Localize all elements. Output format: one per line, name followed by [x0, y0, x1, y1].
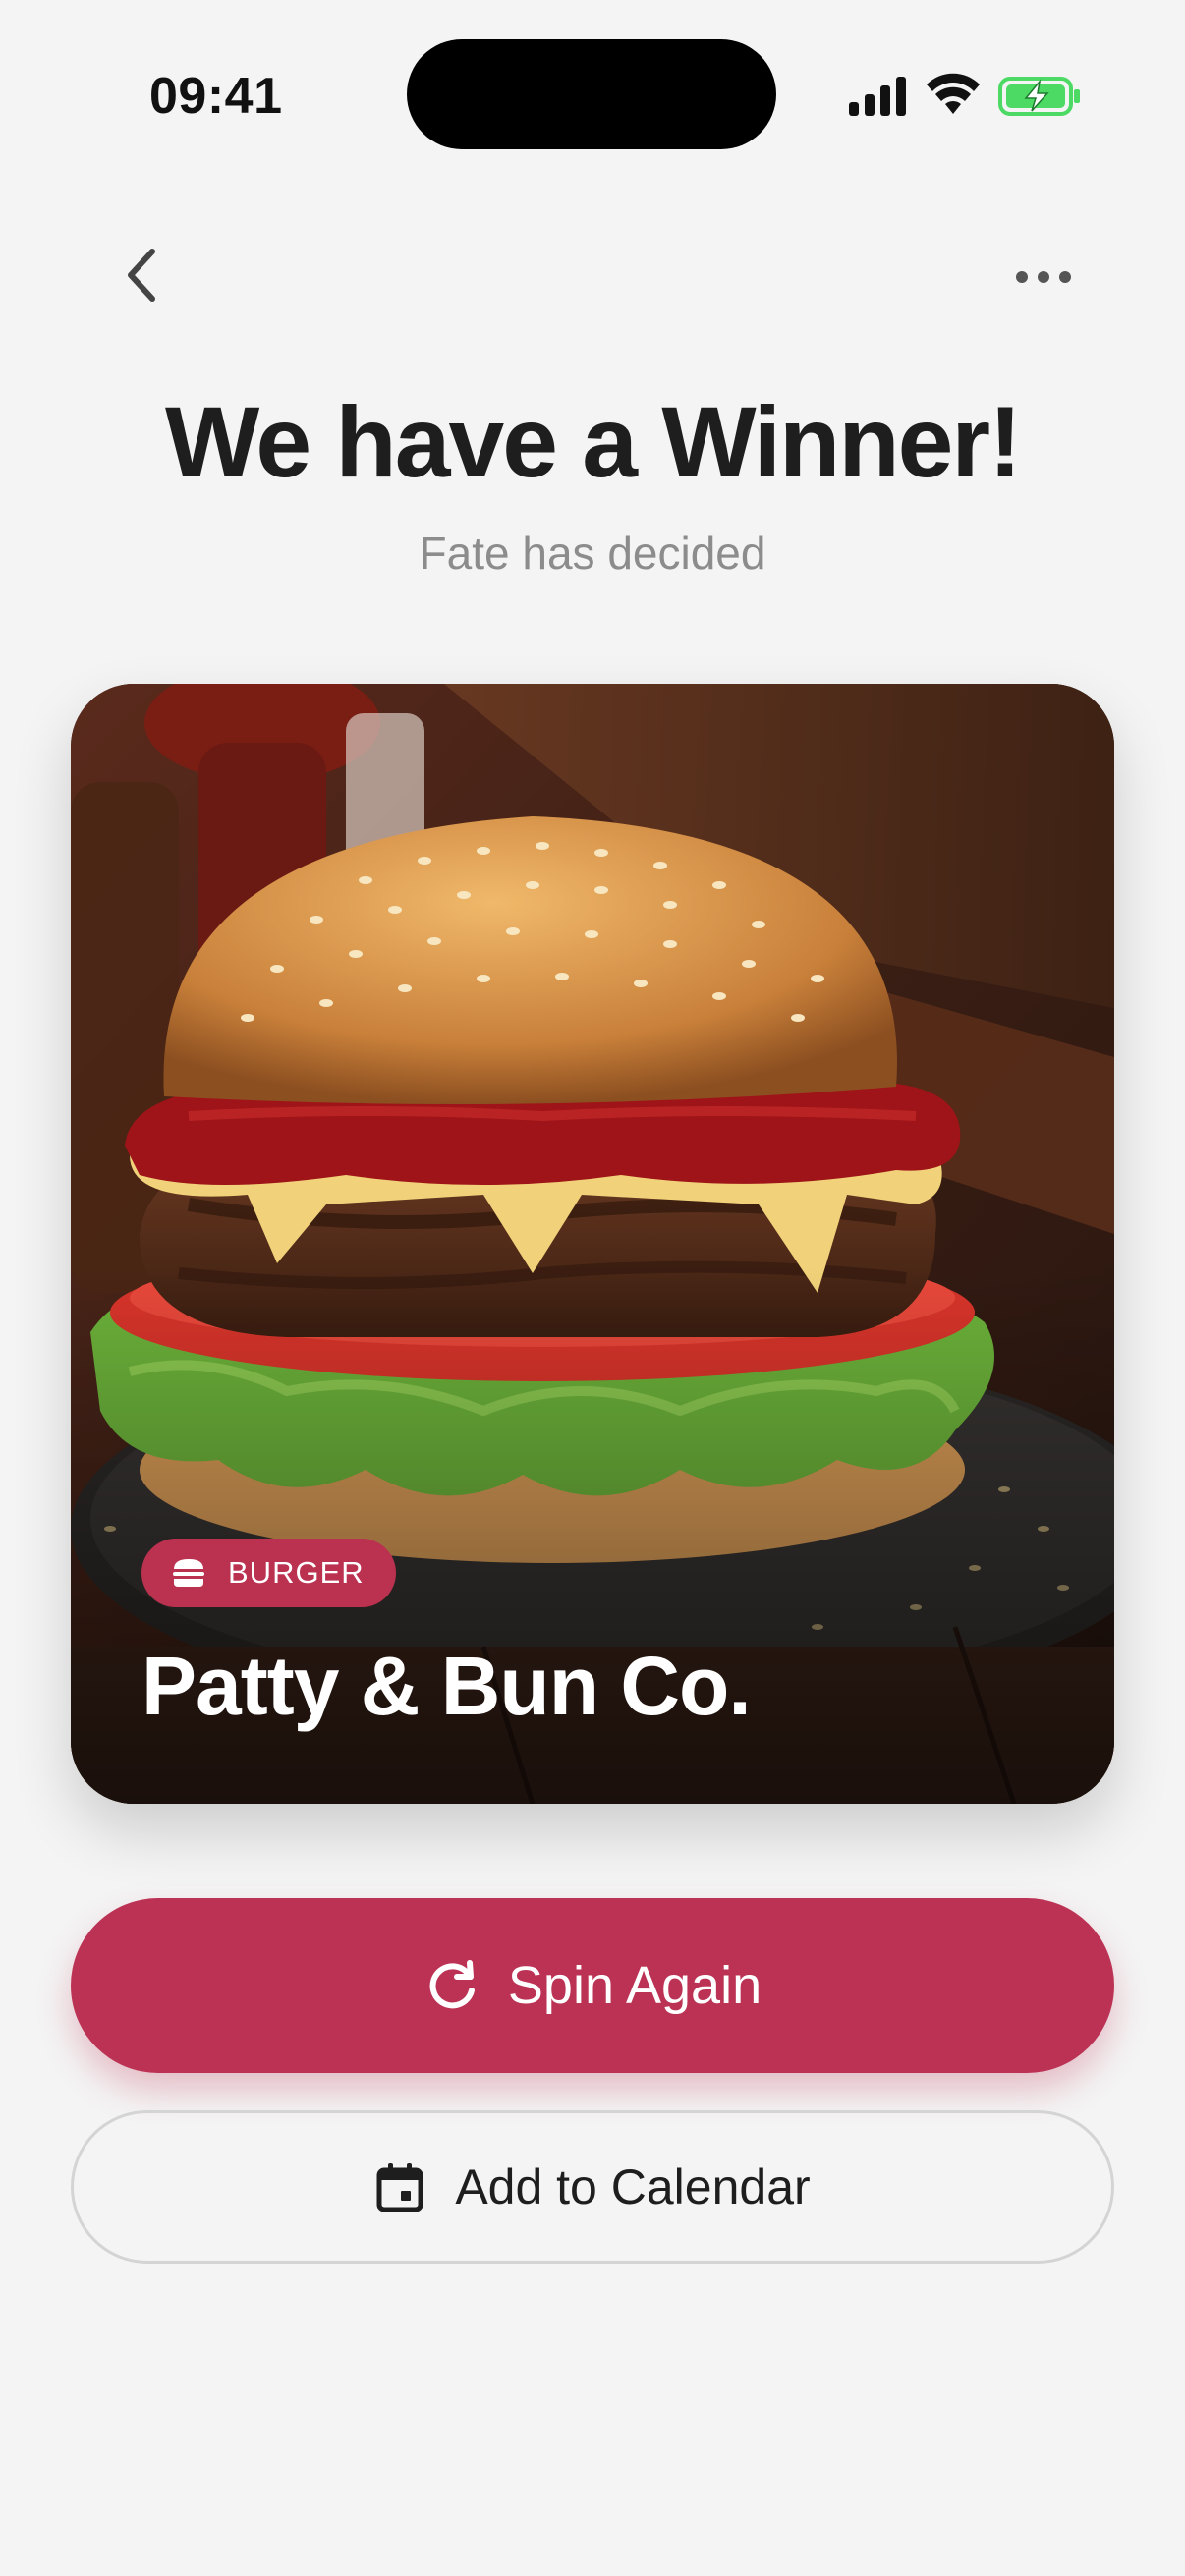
category-badge: BURGER	[141, 1539, 396, 1607]
more-options-button[interactable]	[1002, 246, 1085, 308]
spin-again-label: Spin Again	[507, 1956, 762, 2015]
status-time: 09:41	[149, 68, 283, 125]
back-button[interactable]	[108, 236, 177, 314]
dynamic-island	[407, 39, 776, 149]
burger-icon	[173, 1559, 204, 1587]
status-bar: 09:41	[0, 0, 1185, 187]
winner-card[interactable]: BURGER Patty & Bun Co.	[71, 684, 1114, 1804]
refresh-icon	[429, 1960, 475, 2009]
card-gradient-overlay	[71, 684, 1114, 1804]
cellular-signal-icon	[849, 77, 906, 116]
chevron-left-icon	[128, 249, 155, 302]
page-title: We have a Winner!	[164, 386, 1022, 498]
add-to-calendar-button[interactable]: Add to Calendar	[71, 2110, 1114, 2264]
calendar-icon	[376, 2163, 423, 2212]
category-label: BURGER	[228, 1555, 365, 1590]
add-to-calendar-label: Add to Calendar	[455, 2159, 811, 2214]
winner-screen: 09:41 We have a Winner! Fate has decided…	[0, 0, 1185, 2576]
spin-again-button[interactable]: Spin Again	[71, 1898, 1114, 2073]
restaurant-name: Patty & Bun Co.	[141, 1640, 752, 1732]
page-subtitle: Fate has decided	[419, 528, 766, 579]
wifi-icon	[927, 73, 980, 114]
more-horizontal-icon	[1016, 271, 1071, 283]
battery-charging-icon	[998, 77, 1080, 116]
